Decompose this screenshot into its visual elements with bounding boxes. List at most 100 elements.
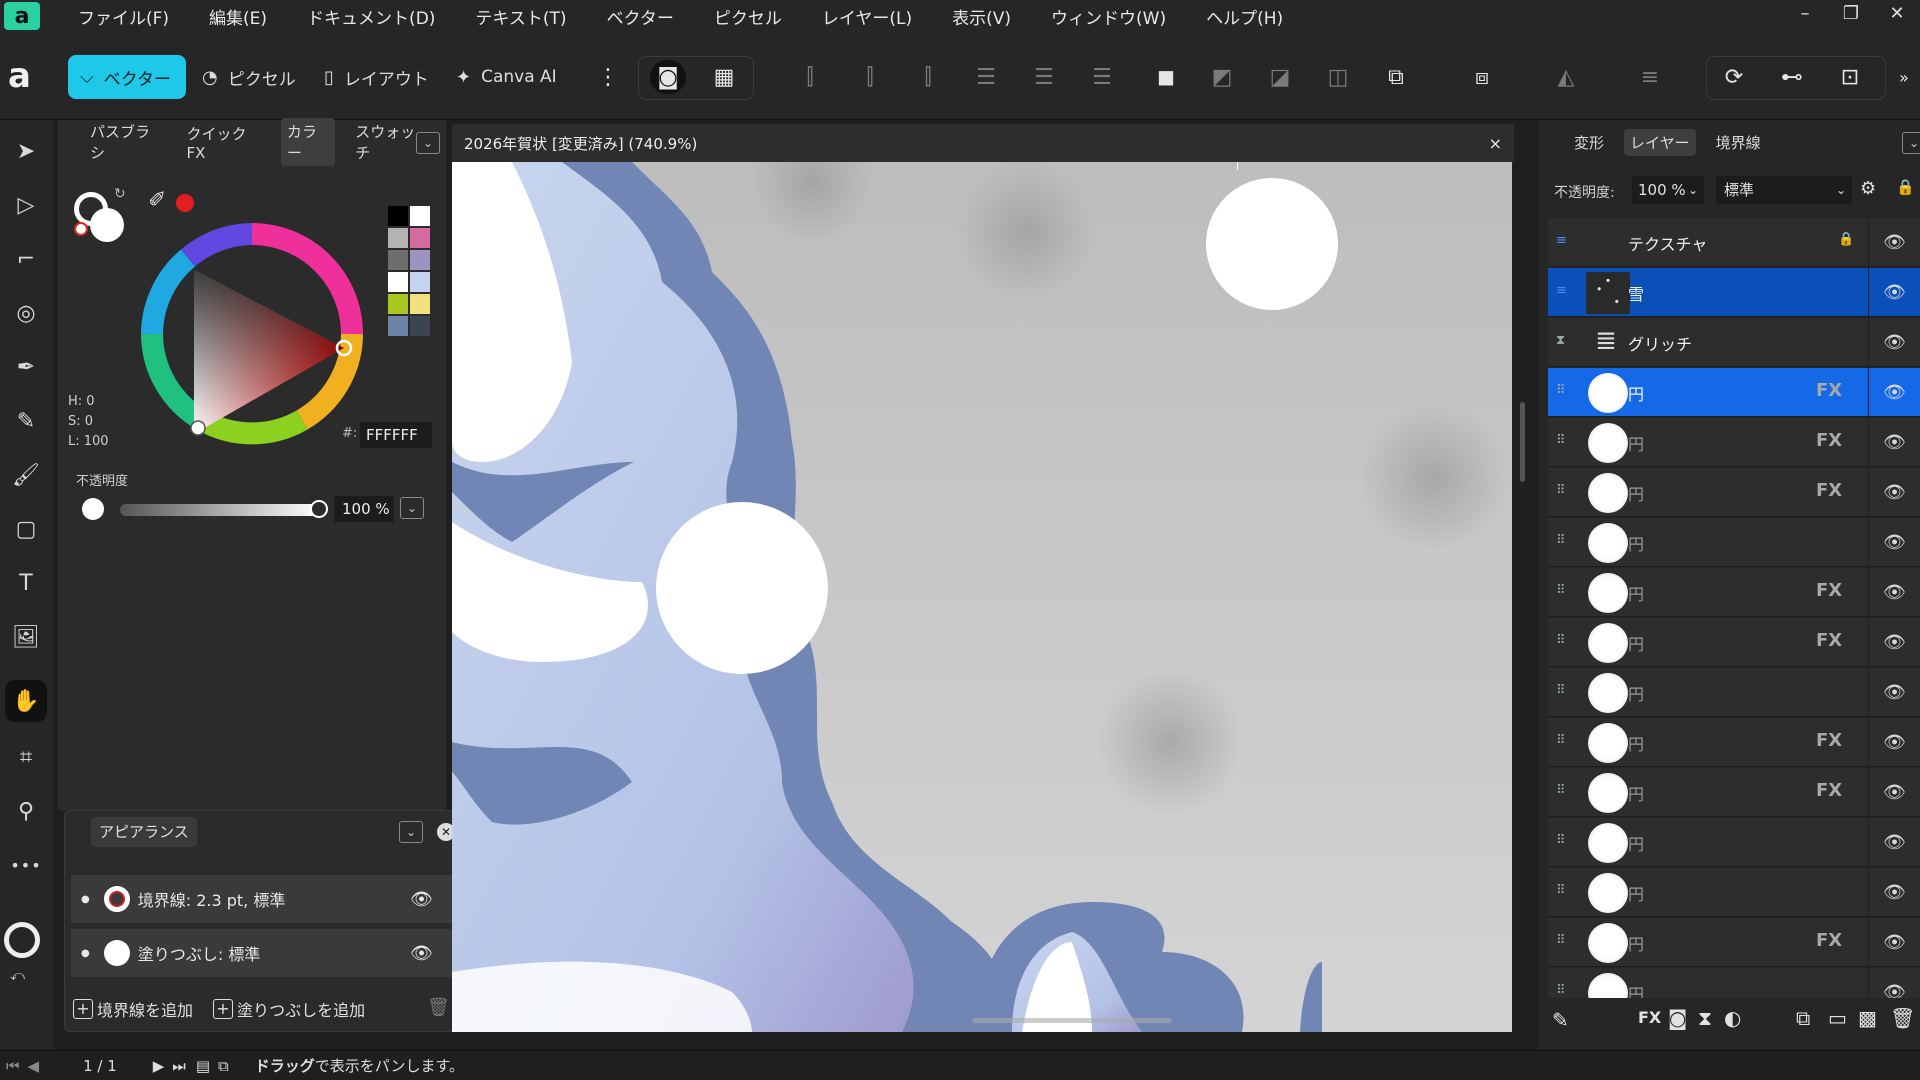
swatch[interactable] bbox=[410, 206, 430, 226]
swatch[interactable] bbox=[410, 294, 430, 314]
menu-help[interactable]: ヘルプ(H) bbox=[1206, 4, 1283, 29]
tab-brushes[interactable]: パスブラシ bbox=[84, 118, 166, 166]
checker-icon[interactable]: ▩ bbox=[1858, 1006, 1877, 1030]
layers-panel-menu-button[interactable]: ⌄ bbox=[1902, 132, 1920, 154]
boolean-subtract-icon[interactable]: ◩ bbox=[1204, 60, 1240, 94]
more-tools-icon[interactable]: ••• bbox=[5, 844, 47, 886]
brush-tool-icon[interactable]: 🖌 bbox=[5, 454, 47, 496]
swap-fill-stroke-icon[interactable]: ↻ bbox=[114, 186, 126, 202]
visibility-eye-icon[interactable]: 👁 bbox=[1868, 568, 1920, 617]
menu-edit[interactable]: 編集(E) bbox=[209, 4, 267, 29]
opacity-dropdown-button[interactable]: ⌄ bbox=[400, 497, 424, 519]
menu-text[interactable]: テキスト(T) bbox=[475, 4, 566, 29]
layer-row[interactable]: ⠿ 円 👁 bbox=[1548, 868, 1920, 917]
tab-stroke[interactable]: 境界線 bbox=[1710, 129, 1767, 156]
layer-row[interactable]: ⠿ 円 FX 👁 bbox=[1548, 618, 1920, 667]
drag-handle-icon[interactable]: ⠿ bbox=[1556, 683, 1566, 698]
visibility-eye-icon[interactable]: 👁 bbox=[1868, 268, 1920, 317]
tab-layers[interactable]: レイヤー bbox=[1624, 128, 1696, 156]
distribute-icon[interactable]: ≡ bbox=[1632, 60, 1668, 94]
swap-colors-icon[interactable]: ⤺ bbox=[10, 968, 25, 984]
pen-tool-icon[interactable]: ✒ bbox=[5, 346, 47, 388]
layer-row[interactable]: ⧗ ≣ グリッチ 👁 bbox=[1548, 318, 1920, 367]
drag-handle-icon[interactable]: ⠿ bbox=[1556, 533, 1566, 548]
layer-lock-icon[interactable]: 🔒 bbox=[1838, 232, 1854, 247]
next-page-icon[interactable]: ▶ bbox=[153, 1057, 165, 1075]
tab-color[interactable]: カラー bbox=[280, 118, 336, 166]
visibility-eye-icon[interactable]: 👁 bbox=[1868, 468, 1920, 517]
canva-ai-button[interactable]: ✦ Canva AI bbox=[456, 55, 557, 99]
add-group-icon[interactable]: ▭ bbox=[1828, 1006, 1847, 1030]
blend-mode-select[interactable]: 標準 ⌄ bbox=[1716, 176, 1852, 204]
corner-tool-icon[interactable]: ⌐ bbox=[5, 238, 47, 280]
more-options-icon[interactable]: ⋮ bbox=[590, 60, 626, 94]
boolean-xor-icon[interactable]: ◫ bbox=[1320, 60, 1356, 94]
visibility-eye-icon[interactable]: 👁 bbox=[1868, 668, 1920, 717]
persona-pixel-button[interactable]: ◔ ピクセル bbox=[202, 55, 296, 99]
visibility-eye-icon[interactable]: 👁 bbox=[1868, 318, 1920, 367]
layer-row[interactable]: ⠿ 円 FX 👁 bbox=[1548, 718, 1920, 767]
bounding-box-icon[interactable]: ⊡ bbox=[1832, 60, 1868, 94]
swatch[interactable] bbox=[410, 228, 430, 248]
visibility-eye-icon[interactable]: 👁 bbox=[1868, 418, 1920, 467]
boolean-divide-icon[interactable]: ⧉ bbox=[1378, 60, 1414, 94]
stroke-row[interactable]: ● 境界線: 2.3 pt, 標準 👁 bbox=[71, 875, 453, 923]
align-center-icon[interactable]: ⫿ bbox=[852, 60, 888, 94]
minimize-icon[interactable]: – bbox=[1782, 0, 1828, 32]
menu-view[interactable]: 表示(V) bbox=[952, 4, 1011, 29]
expand-chevron-icon[interactable]: ≡ bbox=[1556, 233, 1567, 248]
drag-handle-icon[interactable]: ⠿ bbox=[1556, 583, 1566, 598]
shape-builder-icon[interactable]: ◎ bbox=[5, 292, 47, 334]
hourglass-icon[interactable]: ⧗ bbox=[1556, 333, 1565, 348]
hourglass-icon[interactable]: ⧗ bbox=[1698, 1006, 1712, 1030]
boolean-intersect-icon[interactable]: ◪ bbox=[1262, 60, 1298, 94]
node-icon[interactable]: ⊷ bbox=[1774, 60, 1810, 94]
layer-fx-badge[interactable]: FX bbox=[1816, 580, 1842, 601]
persona-vector-button[interactable]: ⌵ ベクター bbox=[68, 55, 186, 99]
align-bottom-icon[interactable]: ☰ bbox=[1084, 60, 1120, 94]
menu-layer[interactable]: レイヤー(L) bbox=[822, 4, 912, 29]
swatch[interactable] bbox=[410, 250, 430, 270]
align-middle-icon[interactable]: ☰ bbox=[1026, 60, 1062, 94]
toolbar-overflow-icon[interactable]: » bbox=[1888, 60, 1920, 94]
close-document-icon[interactable]: × bbox=[1489, 134, 1502, 153]
layer-fx-badge[interactable]: FX bbox=[1816, 480, 1842, 501]
appearance-menu-button[interactable]: ⌄ bbox=[399, 821, 423, 843]
color-handle[interactable] bbox=[190, 420, 206, 436]
prev-page-icon[interactable]: ◀ bbox=[28, 1057, 40, 1075]
visibility-eye-icon[interactable]: 👁 bbox=[1868, 618, 1920, 667]
grid-icon[interactable]: ▦ bbox=[706, 60, 742, 94]
drag-handle-icon[interactable]: ⠿ bbox=[1556, 933, 1566, 948]
spread-view-icon[interactable]: ⧉ bbox=[218, 1057, 229, 1075]
visibility-eye-icon[interactable]: 👁 bbox=[1868, 768, 1920, 817]
swatch[interactable] bbox=[410, 272, 430, 292]
layer-row[interactable]: ⠿ 円 FX 👁 bbox=[1548, 418, 1920, 467]
align-right-icon[interactable]: ⫿ bbox=[910, 60, 946, 94]
opacity-input[interactable]: 100 % bbox=[334, 496, 394, 522]
visibility-eye-icon[interactable]: 👁 bbox=[1868, 718, 1920, 767]
rectangle-tool-icon[interactable]: ▢ bbox=[5, 508, 47, 550]
menu-window[interactable]: ウィンドウ(W) bbox=[1051, 4, 1166, 29]
drag-handle-icon[interactable]: ⠿ bbox=[1556, 483, 1566, 498]
snapping-icon[interactable]: ◙ bbox=[650, 60, 686, 94]
close-window-icon[interactable]: ✕ bbox=[1874, 0, 1920, 32]
crop-tool-icon[interactable]: ⌗ bbox=[5, 736, 47, 778]
visibility-eye-icon[interactable]: 👁 bbox=[1868, 818, 1920, 867]
drag-handle-icon[interactable]: ⠿ bbox=[1556, 883, 1566, 898]
visibility-eye-icon[interactable]: 👁 bbox=[1868, 518, 1920, 567]
document-tab[interactable]: 2026年賀状 [変更済み] (740.9%) × bbox=[452, 124, 1514, 162]
visibility-eye-icon[interactable]: 👁 bbox=[1868, 218, 1920, 267]
visibility-eye-icon[interactable]: 👁 bbox=[1868, 968, 1920, 998]
image-tool-icon[interactable]: 🖼 bbox=[5, 616, 47, 658]
appearance-title[interactable]: アピアランス bbox=[91, 817, 197, 847]
layer-row[interactable]: ⠿ 円 👁 bbox=[1548, 668, 1920, 717]
page-view-icon[interactable]: ▤ bbox=[196, 1057, 210, 1075]
swatch[interactable] bbox=[388, 250, 408, 270]
node-tool-icon[interactable]: ▷ bbox=[5, 184, 47, 226]
layer-row[interactable]: ⠿ 円 👁 bbox=[1548, 518, 1920, 567]
layer-settings-gear-icon[interactable]: ⚙ bbox=[1860, 178, 1876, 199]
hand-tool-icon[interactable]: ✋ bbox=[5, 680, 47, 722]
layer-row[interactable]: ⠿ 円 👁 bbox=[1548, 968, 1920, 998]
mask-icon[interactable]: ◙ bbox=[1668, 1006, 1687, 1030]
visibility-eye-icon[interactable]: 👁 bbox=[1868, 368, 1920, 417]
